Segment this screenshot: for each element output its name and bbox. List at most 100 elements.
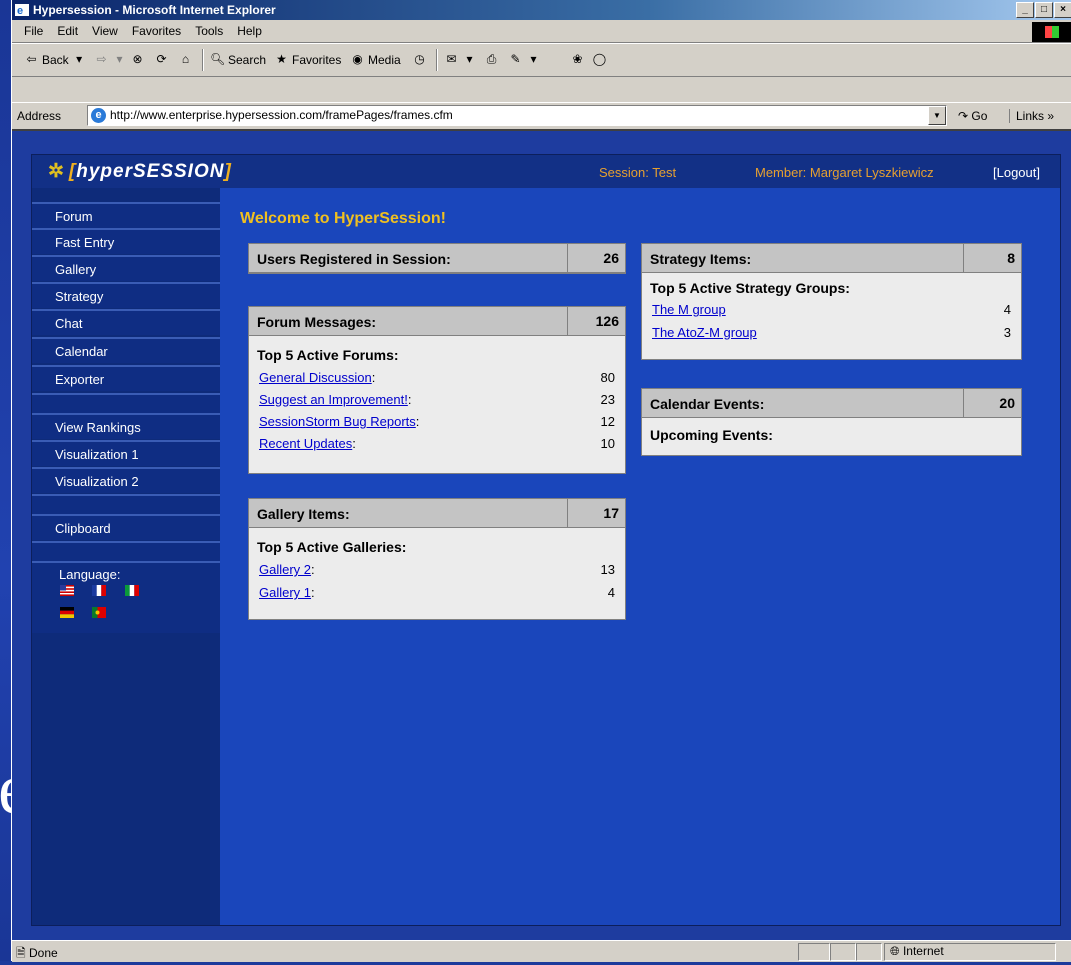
list-item: Gallery 2: 13 bbox=[259, 562, 615, 577]
home-button[interactable]: ⌂ bbox=[178, 52, 193, 67]
gallery-count: 17 bbox=[567, 499, 625, 527]
dropdown-icon: ▾ bbox=[530, 52, 537, 66]
forum-link[interactable]: General Discussion bbox=[259, 370, 372, 385]
calendar-label: Calendar Events: bbox=[650, 396, 765, 412]
favorites-icon: ★ bbox=[276, 52, 287, 66]
maximize-button[interactable]: □ bbox=[1035, 2, 1053, 18]
calendar-panel-header: Calendar Events: 20 bbox=[642, 389, 1021, 418]
calendar-panel: Calendar Events: 20 Upcoming Events: bbox=[641, 388, 1022, 456]
go-button[interactable]: ↷ Go bbox=[958, 109, 987, 123]
forum-count: 126 bbox=[567, 307, 625, 335]
sidebar-item-fast-entry[interactable]: Fast Entry bbox=[32, 228, 220, 254]
media-button[interactable]: ◉ Media bbox=[350, 52, 400, 67]
favorites-button[interactable]: ★ Favorites bbox=[274, 52, 341, 67]
page-done-icon: 🗎︎ bbox=[16, 946, 26, 960]
france-flag-icon[interactable] bbox=[92, 585, 106, 596]
list-item: SessionStorm Bug Reports: 12 bbox=[259, 414, 615, 429]
list-item: The M group 4 bbox=[652, 302, 1011, 317]
links-button[interactable]: Links » bbox=[1009, 109, 1054, 123]
sidebar-item-visualization-1[interactable]: Visualization 1 bbox=[32, 440, 220, 466]
status-text: 🗎︎ Done bbox=[16, 946, 58, 960]
sidebar-item-chat[interactable]: Chat bbox=[32, 309, 220, 335]
member-label: Member: Margaret Lyszkiewicz bbox=[755, 165, 934, 180]
browser-window: e Hypersession - Microsoft Internet Expl… bbox=[11, 0, 1071, 962]
sidebar-item-calendar[interactable]: Calendar bbox=[32, 337, 220, 363]
sidebar-item-visualization-2[interactable]: Visualization 2 bbox=[32, 467, 220, 493]
messenger-button[interactable]: ❀ bbox=[570, 52, 585, 67]
sidebar-item-exporter[interactable]: Exporter bbox=[32, 365, 220, 391]
calendar-subheading: Upcoming Events: bbox=[650, 427, 773, 443]
dropdown-icon: ▾ bbox=[466, 52, 473, 66]
gallery-link[interactable]: Gallery 1 bbox=[259, 585, 311, 600]
mail-button[interactable]: ✉ ▾ bbox=[444, 52, 477, 67]
windows-logo-icon bbox=[1032, 22, 1071, 42]
gallery-link[interactable]: Gallery 2 bbox=[259, 562, 311, 577]
home-icon: ⌂ bbox=[181, 52, 190, 66]
menu-file[interactable]: File bbox=[24, 24, 50, 38]
edit-button[interactable]: ✎ ▾ bbox=[508, 52, 541, 67]
session-label: Session: Test bbox=[599, 165, 677, 180]
forward-button[interactable]: ⇨ ▾ bbox=[94, 52, 127, 67]
stop-button[interactable]: ⊗ bbox=[130, 52, 145, 67]
minimize-button[interactable]: _ bbox=[1016, 2, 1034, 18]
content-frame: ✲ [hyperSESSION] Session: Test Member: Ma… bbox=[12, 129, 1071, 941]
list-item: Recent Updates: 10 bbox=[259, 436, 615, 451]
refresh-icon: ⟳ bbox=[156, 52, 167, 66]
language-label: Language: bbox=[59, 567, 121, 582]
italy-flag-icon[interactable] bbox=[125, 585, 139, 596]
history-button[interactable]: ◷ bbox=[412, 52, 427, 67]
menu-help[interactable]: Help bbox=[230, 24, 269, 38]
sidebar-item-view-rankings[interactable]: View Rankings bbox=[32, 413, 220, 439]
print-icon: ⎙ bbox=[486, 52, 497, 66]
menu-favorites[interactable]: Favorites bbox=[125, 24, 188, 38]
list-item: The AtoZ-M group 3 bbox=[652, 325, 1011, 340]
forum-link[interactable]: Recent Updates bbox=[259, 436, 352, 451]
search-button[interactable]: 🔍︎ Search bbox=[210, 52, 266, 67]
sparkle-icon: ✲ bbox=[48, 161, 65, 182]
globe-icon: 🌐︎ bbox=[890, 944, 900, 958]
list-item: Gallery 1: 4 bbox=[259, 585, 615, 600]
refresh-button[interactable]: ⟳ bbox=[154, 52, 169, 67]
strategy-group-link[interactable]: The AtoZ-M group bbox=[652, 325, 757, 340]
portugal-flag-icon[interactable] bbox=[92, 607, 106, 618]
close-button[interactable]: × bbox=[1054, 2, 1071, 18]
page-header: ✲ [hyperSESSION] Session: Test Member: Ma… bbox=[32, 155, 1060, 188]
menu-edit[interactable]: Edit bbox=[50, 24, 85, 38]
search-icon: 🔍︎ bbox=[210, 52, 226, 66]
media-icon: ◉ bbox=[352, 52, 363, 66]
forward-arrow-icon: ⇨ bbox=[96, 52, 107, 66]
sidebar: Forum Fast Entry Gallery Strategy Chat C… bbox=[32, 188, 220, 925]
internet-zone: 🌐︎ Internet bbox=[890, 944, 944, 958]
address-url: http://www.enterprise.hypersession.com/f… bbox=[110, 108, 453, 122]
us-flag-icon[interactable] bbox=[60, 585, 74, 596]
back-button[interactable]: ⇦ Back ▾ bbox=[24, 52, 87, 67]
sidebar-item-strategy[interactable]: Strategy bbox=[32, 282, 220, 308]
edit-icon: ✎ bbox=[510, 52, 521, 66]
chat-bubble-icon: ◯ bbox=[592, 52, 607, 66]
strategy-group-link[interactable]: The M group bbox=[652, 302, 726, 317]
forum-link[interactable]: SessionStorm Bug Reports bbox=[259, 414, 416, 429]
print-button[interactable]: ⎙ bbox=[484, 52, 499, 67]
hypersession-logo: ✲ [hyperSESSION] bbox=[48, 161, 232, 182]
address-input[interactable]: e http://www.enterprise.hypersession.com… bbox=[87, 105, 947, 126]
window-title: Hypersession - Microsoft Internet Explor… bbox=[33, 3, 276, 17]
logout-link[interactable]: [Logout] bbox=[993, 165, 1040, 180]
menu-view[interactable]: View bbox=[85, 24, 125, 38]
svg-text:e: e bbox=[17, 5, 23, 17]
germany-flag-icon[interactable] bbox=[60, 607, 74, 618]
gallery-panel: Gallery Items: 17 Top 5 Active Galleries… bbox=[248, 498, 626, 620]
sidebar-item-gallery[interactable]: Gallery bbox=[32, 255, 220, 281]
sidebar-item-clipboard[interactable]: Clipboard bbox=[32, 514, 220, 540]
gallery-label: Gallery Items: bbox=[257, 506, 350, 522]
address-dropdown-icon[interactable]: ▼ bbox=[928, 106, 946, 125]
sidebar-separator bbox=[32, 494, 220, 516]
strategy-panel-header: Strategy Items: 8 bbox=[642, 244, 1021, 273]
forum-label: Forum Messages: bbox=[257, 314, 377, 330]
discuss-button[interactable]: ◯ bbox=[592, 52, 607, 67]
menu-tools[interactable]: Tools bbox=[188, 24, 230, 38]
forum-link[interactable]: Suggest an Improvement! bbox=[259, 392, 408, 407]
calendar-count: 20 bbox=[963, 389, 1021, 417]
sidebar-item-forum[interactable]: Forum bbox=[32, 202, 220, 228]
page-title: Welcome to HyperSession! bbox=[240, 210, 446, 227]
menu-bar: File Edit View Favorites Tools Help bbox=[12, 20, 1071, 43]
